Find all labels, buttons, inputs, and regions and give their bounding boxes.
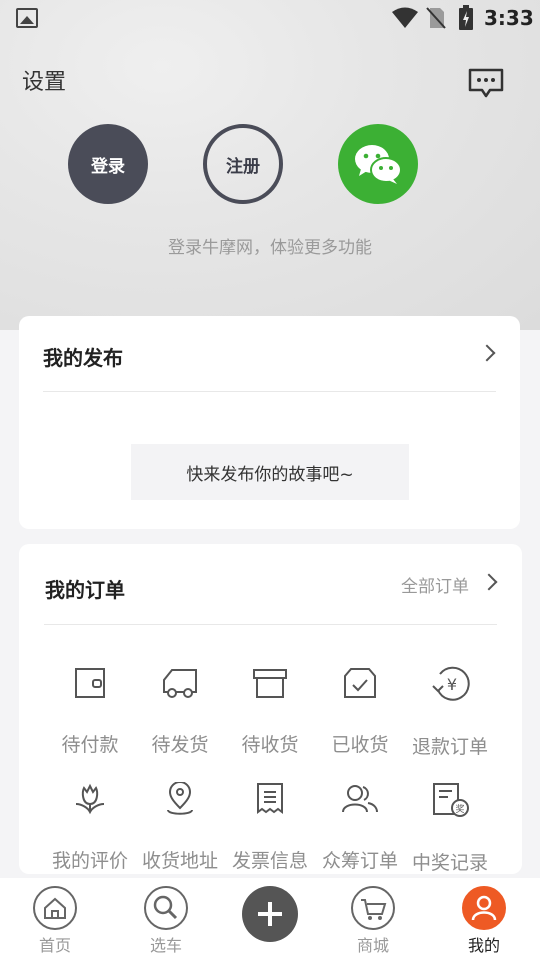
flower-icon	[75, 783, 105, 815]
invoice-icon	[257, 783, 283, 814]
wallet-icon	[75, 668, 105, 698]
user-icon	[462, 886, 506, 930]
group-icon	[342, 785, 378, 813]
all-orders-link[interactable]: 全部订单	[401, 572, 469, 597]
order-label: 中奖记录	[411, 852, 488, 874]
box-icon	[253, 669, 287, 698]
order-label: 收货地址	[141, 850, 218, 872]
profile-hero: 3:33 设置 登录 注册 登录牛摩网，体验更多功能	[0, 0, 540, 330]
svg-text:¥: ¥	[447, 675, 457, 694]
shipping-address[interactable]: 收货地址	[135, 782, 225, 873]
login-tagline: 登录牛摩网，体验更多功能	[168, 238, 372, 258]
order-pending-payment[interactable]: 待付款	[45, 666, 135, 757]
order-label: 待收货	[241, 734, 299, 756]
order-refund[interactable]: ¥ 退款订单	[405, 666, 495, 759]
wechat-login-button[interactable]	[338, 124, 418, 204]
chevron-right-icon[interactable]	[480, 573, 498, 591]
my-orders-card: 我的订单 全部订单 待付款 待发货 待收货 已收货 ¥ 退款订单 我的评价 收货…	[19, 544, 522, 874]
search-icon	[144, 886, 188, 930]
order-pending-receipt[interactable]: 待收货	[225, 666, 315, 757]
prize-record-icon: 奖	[433, 783, 469, 817]
divider	[43, 391, 496, 392]
cart-icon	[351, 886, 395, 930]
order-label: 已收货	[331, 734, 389, 756]
divider	[44, 624, 497, 625]
order-label: 发票信息	[231, 850, 308, 872]
order-label: 待发货	[151, 734, 209, 756]
order-received[interactable]: 已收货	[315, 666, 405, 757]
home-icon	[33, 886, 77, 930]
order-label: 待付款	[61, 734, 119, 756]
location-pin-icon	[167, 782, 193, 815]
tab-choose-car[interactable]: 选车	[126, 886, 206, 956]
order-label: 我的评价	[51, 850, 128, 872]
tab-label: 我的	[467, 936, 500, 955]
tab-mall[interactable]: 商城	[333, 886, 413, 956]
settings-link[interactable]: 设置	[22, 64, 66, 96]
publish-plus-button[interactable]	[242, 886, 298, 942]
tab-mine[interactable]: 我的	[444, 886, 524, 956]
register-button[interactable]: 注册	[203, 124, 283, 204]
login-button[interactable]: 登录	[68, 124, 148, 204]
chevron-right-icon[interactable]	[478, 344, 496, 362]
refund-icon: ¥	[432, 666, 470, 701]
tab-home[interactable]: 首页	[15, 886, 95, 956]
post-story-button[interactable]: 快来发布你的故事吧~	[131, 444, 409, 500]
order-pending-shipment[interactable]: 待发货	[135, 666, 225, 757]
no-sim-icon	[426, 7, 446, 29]
my-orders-title: 我的订单	[45, 578, 125, 602]
tab-label: 首页	[38, 936, 71, 955]
my-posts-card: 我的发布 快来发布你的故事吧~	[19, 316, 520, 529]
invoice-info[interactable]: 发票信息	[225, 782, 315, 873]
truck-icon	[163, 669, 197, 698]
my-reviews[interactable]: 我的评价	[45, 782, 135, 873]
order-label: 众筹订单	[321, 850, 398, 872]
svg-text:奖: 奖	[455, 803, 464, 815]
order-label: 退款订单	[411, 736, 488, 758]
message-icon[interactable]	[468, 68, 504, 100]
battery-charging-icon	[459, 5, 473, 30]
received-box-icon	[344, 668, 376, 698]
prize-records[interactable]: 奖 中奖记录	[405, 782, 495, 875]
status-time: 3:33	[484, 6, 534, 30]
status-bar: 3:33	[0, 0, 540, 36]
image-notification-icon	[16, 8, 38, 28]
wechat-icon	[355, 145, 402, 184]
my-posts-title[interactable]: 我的发布	[43, 342, 123, 371]
tab-label: 选车	[149, 936, 182, 955]
tab-label: 商城	[356, 936, 389, 955]
wifi-icon	[392, 7, 418, 28]
plus-icon	[258, 902, 282, 926]
crowdfunding-orders[interactable]: 众筹订单	[315, 782, 405, 873]
